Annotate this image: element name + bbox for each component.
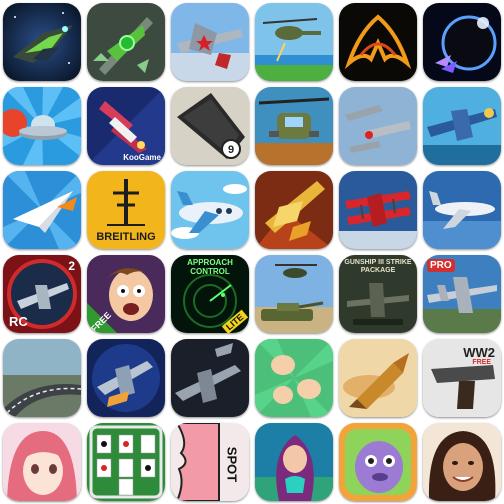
red-star-plane-art xyxy=(171,3,249,81)
approach-control-icon[interactable]: APPROACH CONTROL LITE xyxy=(171,255,249,333)
golden-jet-icon[interactable] xyxy=(255,171,333,249)
breitling-app-icon[interactable]: BREITLING xyxy=(87,171,165,249)
tank-heli-art xyxy=(255,255,333,333)
ww2-squadron-art xyxy=(339,87,417,165)
stealth-drone-art: 9 xyxy=(171,87,249,165)
smiling-woman-icon[interactable] xyxy=(423,423,501,501)
solitaire-cards-icon[interactable] xyxy=(87,423,165,501)
rc-badge: 2 xyxy=(68,259,75,273)
black-stealth-drone-icon[interactable]: 9 xyxy=(171,87,249,165)
breitling-label: BREITLING xyxy=(96,231,156,243)
flying-bullet-icon[interactable] xyxy=(339,339,417,417)
gunship-strike-package-icon[interactable]: GUNSHIP III STRIKE PACKAGE xyxy=(339,255,417,333)
attack-helicopter-art xyxy=(255,87,333,165)
mermaid-art xyxy=(255,423,333,501)
gunship-title: GUNSHIP III STRIKE PACKAGE xyxy=(344,259,412,274)
spot-label: SPOT xyxy=(224,446,240,483)
planet-eclipse-art xyxy=(423,3,501,81)
grey-jets-art xyxy=(171,339,249,417)
cartoon-airliner-art xyxy=(171,171,249,249)
ufo-saucer-icon[interactable] xyxy=(3,87,81,165)
scared-cartoon-man-icon[interactable]: FREE xyxy=(87,255,165,333)
rc-label: RC xyxy=(9,314,28,329)
purple-monster-icon[interactable] xyxy=(339,423,417,501)
purple-monster-art xyxy=(339,423,417,501)
rock-paper-scissors-icon[interactable] xyxy=(255,339,333,417)
space-fighter-art xyxy=(3,3,81,81)
grey-fighter-jets-icon[interactable] xyxy=(171,339,249,417)
helicopter-sea-art xyxy=(255,3,333,81)
attack-helicopter-icon[interactable] xyxy=(255,87,333,165)
rc-jet-2-icon[interactable]: RC 2 xyxy=(3,255,81,333)
race-track-icon[interactable] xyxy=(3,339,81,417)
space-fighter-icon[interactable] xyxy=(3,3,81,81)
paper-plane-icon[interactable] xyxy=(3,171,81,249)
green-starship-icon[interactable] xyxy=(87,3,165,81)
ww2-label: WW2 xyxy=(463,345,495,360)
vintage-blue-plane-icon[interactable] xyxy=(423,87,501,165)
paper-plane-art xyxy=(3,171,81,249)
business-jet-icon[interactable] xyxy=(423,171,501,249)
anime-girl-icon[interactable] xyxy=(3,423,81,501)
cartoon-airliner-icon[interactable] xyxy=(171,171,249,249)
koogame-jet-icon[interactable]: KooGame xyxy=(87,87,165,165)
fighter-squadron-icon[interactable] xyxy=(87,339,165,417)
army-tank-helicopter-icon[interactable] xyxy=(255,255,333,333)
business-jet-art xyxy=(423,171,501,249)
ww2-free-badge: FREE xyxy=(472,359,491,366)
red-biplane-art xyxy=(339,171,417,249)
red-star-fighter-plane-icon[interactable] xyxy=(171,3,249,81)
smiling-woman-art xyxy=(423,423,501,501)
red-biplane-icon[interactable] xyxy=(339,171,417,249)
flaming-batwing-ship-icon[interactable] xyxy=(339,3,417,81)
batwing-art xyxy=(339,3,417,81)
fighter-jet-pro-icon[interactable]: PRO xyxy=(423,255,501,333)
bullet-art xyxy=(339,339,417,417)
svg-text:9: 9 xyxy=(228,144,234,156)
approach-control-title: APPROACH CONTROL xyxy=(187,258,233,276)
anime-girl-art xyxy=(3,423,81,501)
app-icon-grid: KooGame 9 BREITLING RC 2 FREE APPROACH C… xyxy=(0,0,504,504)
koogame-label: KooGame xyxy=(123,153,161,162)
golden-jet-art xyxy=(255,171,333,249)
planet-eclipse-shooter-icon[interactable] xyxy=(423,3,501,81)
solitaire-art xyxy=(87,423,165,501)
spot-face-icon[interactable]: SPOT xyxy=(171,423,249,501)
vintage-plane-art xyxy=(423,87,501,165)
ufo-art xyxy=(3,87,81,165)
helicopter-over-sea-icon[interactable] xyxy=(255,3,333,81)
green-starship-art xyxy=(87,3,165,81)
race-track-art xyxy=(3,339,81,417)
ww2-fighter-squadron-icon[interactable] xyxy=(339,87,417,165)
ww2-pistol-icon[interactable]: WW2 FREE xyxy=(423,339,501,417)
pro-badge: PRO xyxy=(427,259,455,272)
fighter-squadron-art xyxy=(87,339,165,417)
mermaid-icon[interactable] xyxy=(255,423,333,501)
rps-art xyxy=(255,339,333,417)
